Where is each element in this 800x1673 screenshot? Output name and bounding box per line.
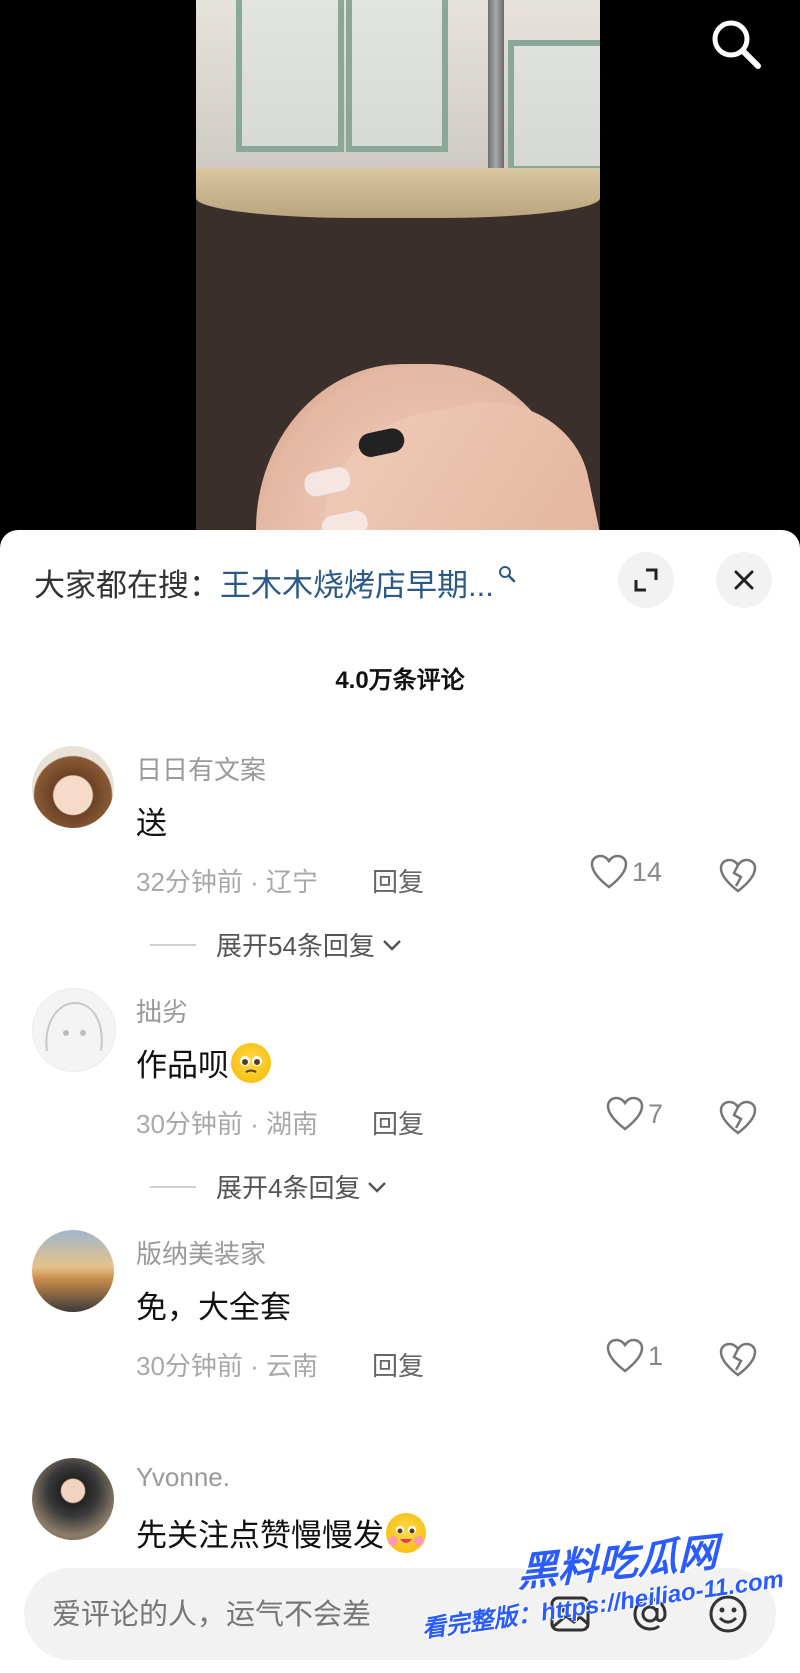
broken-heart-icon[interactable] bbox=[718, 1098, 758, 1138]
comment-meta: 30分钟前 · 湖南 bbox=[136, 1109, 319, 1139]
avatar[interactable] bbox=[32, 988, 116, 1072]
video-frame bbox=[196, 0, 600, 540]
comment-input-bar bbox=[24, 1568, 776, 1660]
comment-text: 免，大全套 bbox=[136, 1290, 291, 1325]
close-icon bbox=[734, 570, 754, 590]
like-button[interactable]: 7 bbox=[606, 1096, 663, 1132]
like-count: 14 bbox=[632, 856, 663, 887]
comment-meta: 30分钟前 · 云南 bbox=[136, 1351, 319, 1381]
video-background bbox=[196, 0, 600, 172]
heart-icon bbox=[606, 1338, 644, 1373]
video-player[interactable] bbox=[0, 0, 800, 540]
expand-replies-label: 展开54条回复 bbox=[216, 931, 375, 961]
comment-content: 作品呗 bbox=[136, 1040, 271, 1085]
broken-heart-icon[interactable] bbox=[718, 856, 758, 896]
comment-meta: 32分钟前 · 辽宁 bbox=[136, 867, 319, 897]
comment-text: 送 bbox=[136, 806, 167, 841]
pleading-face-emoji-icon bbox=[231, 1042, 271, 1083]
comment-username[interactable]: Yvonne. bbox=[136, 1462, 230, 1493]
divider bbox=[150, 943, 196, 946]
at-icon[interactable] bbox=[624, 1588, 676, 1640]
divider bbox=[150, 1185, 196, 1188]
face-holding-back-tears-emoji-icon bbox=[386, 1512, 426, 1553]
heart-icon bbox=[590, 854, 628, 889]
expand-replies[interactable]: 展开4条回复 bbox=[150, 1168, 388, 1205]
like-button[interactable]: 1 bbox=[606, 1338, 663, 1374]
like-button[interactable]: 14 bbox=[590, 854, 662, 890]
like-count: 7 bbox=[648, 1098, 664, 1129]
avatar[interactable] bbox=[32, 1458, 114, 1540]
chevron-down-icon bbox=[383, 939, 401, 951]
comment-username[interactable]: 拙劣 bbox=[136, 992, 188, 1029]
expand-replies[interactable]: 展开54条回复 bbox=[150, 926, 403, 963]
comment-sheet: 大家都在搜： 王木木烧烤店早期... 4.0万条评论 日日有文案 送 32分钟前… bbox=[0, 530, 800, 1673]
expand-button[interactable] bbox=[618, 552, 674, 608]
search-icon bbox=[498, 566, 516, 583]
close-button[interactable] bbox=[716, 552, 772, 608]
comment-username[interactable]: 版纳美装家 bbox=[136, 1234, 266, 1271]
like-count: 1 bbox=[648, 1340, 664, 1371]
search-suggestion[interactable]: 大家都在搜： 王木木烧烤店早期... bbox=[34, 560, 516, 604]
expand-icon bbox=[634, 568, 658, 592]
heart-icon bbox=[606, 1096, 644, 1131]
search-icon[interactable] bbox=[706, 14, 766, 74]
image-icon[interactable] bbox=[544, 1588, 596, 1640]
reply-button[interactable]: 回复 bbox=[372, 1104, 424, 1141]
comment-text: 先关注点赞慢慢发 bbox=[136, 1518, 384, 1553]
comment-username[interactable]: 日日有文案 bbox=[136, 750, 266, 787]
suggest-label: 大家都在搜： bbox=[34, 567, 220, 603]
comment-count-title: 4.0万条评论 bbox=[335, 667, 465, 694]
emoji-icon[interactable] bbox=[702, 1588, 754, 1640]
chevron-down-icon bbox=[368, 1181, 387, 1193]
reply-button[interactable]: 回复 bbox=[372, 1346, 424, 1383]
comment-content: 先关注点赞慢慢发 bbox=[136, 1510, 426, 1555]
video-person bbox=[196, 168, 600, 540]
avatar[interactable] bbox=[32, 746, 114, 828]
comment-text: 作品呗 bbox=[136, 1048, 229, 1083]
broken-heart-icon[interactable] bbox=[718, 1340, 758, 1380]
expand-replies-label: 展开4条回复 bbox=[216, 1173, 361, 1203]
avatar[interactable] bbox=[32, 1230, 114, 1312]
reply-button[interactable]: 回复 bbox=[372, 862, 424, 899]
suggest-term-link[interactable]: 王木木烧烤店早期... bbox=[220, 560, 494, 605]
comment-input[interactable] bbox=[50, 1590, 494, 1640]
